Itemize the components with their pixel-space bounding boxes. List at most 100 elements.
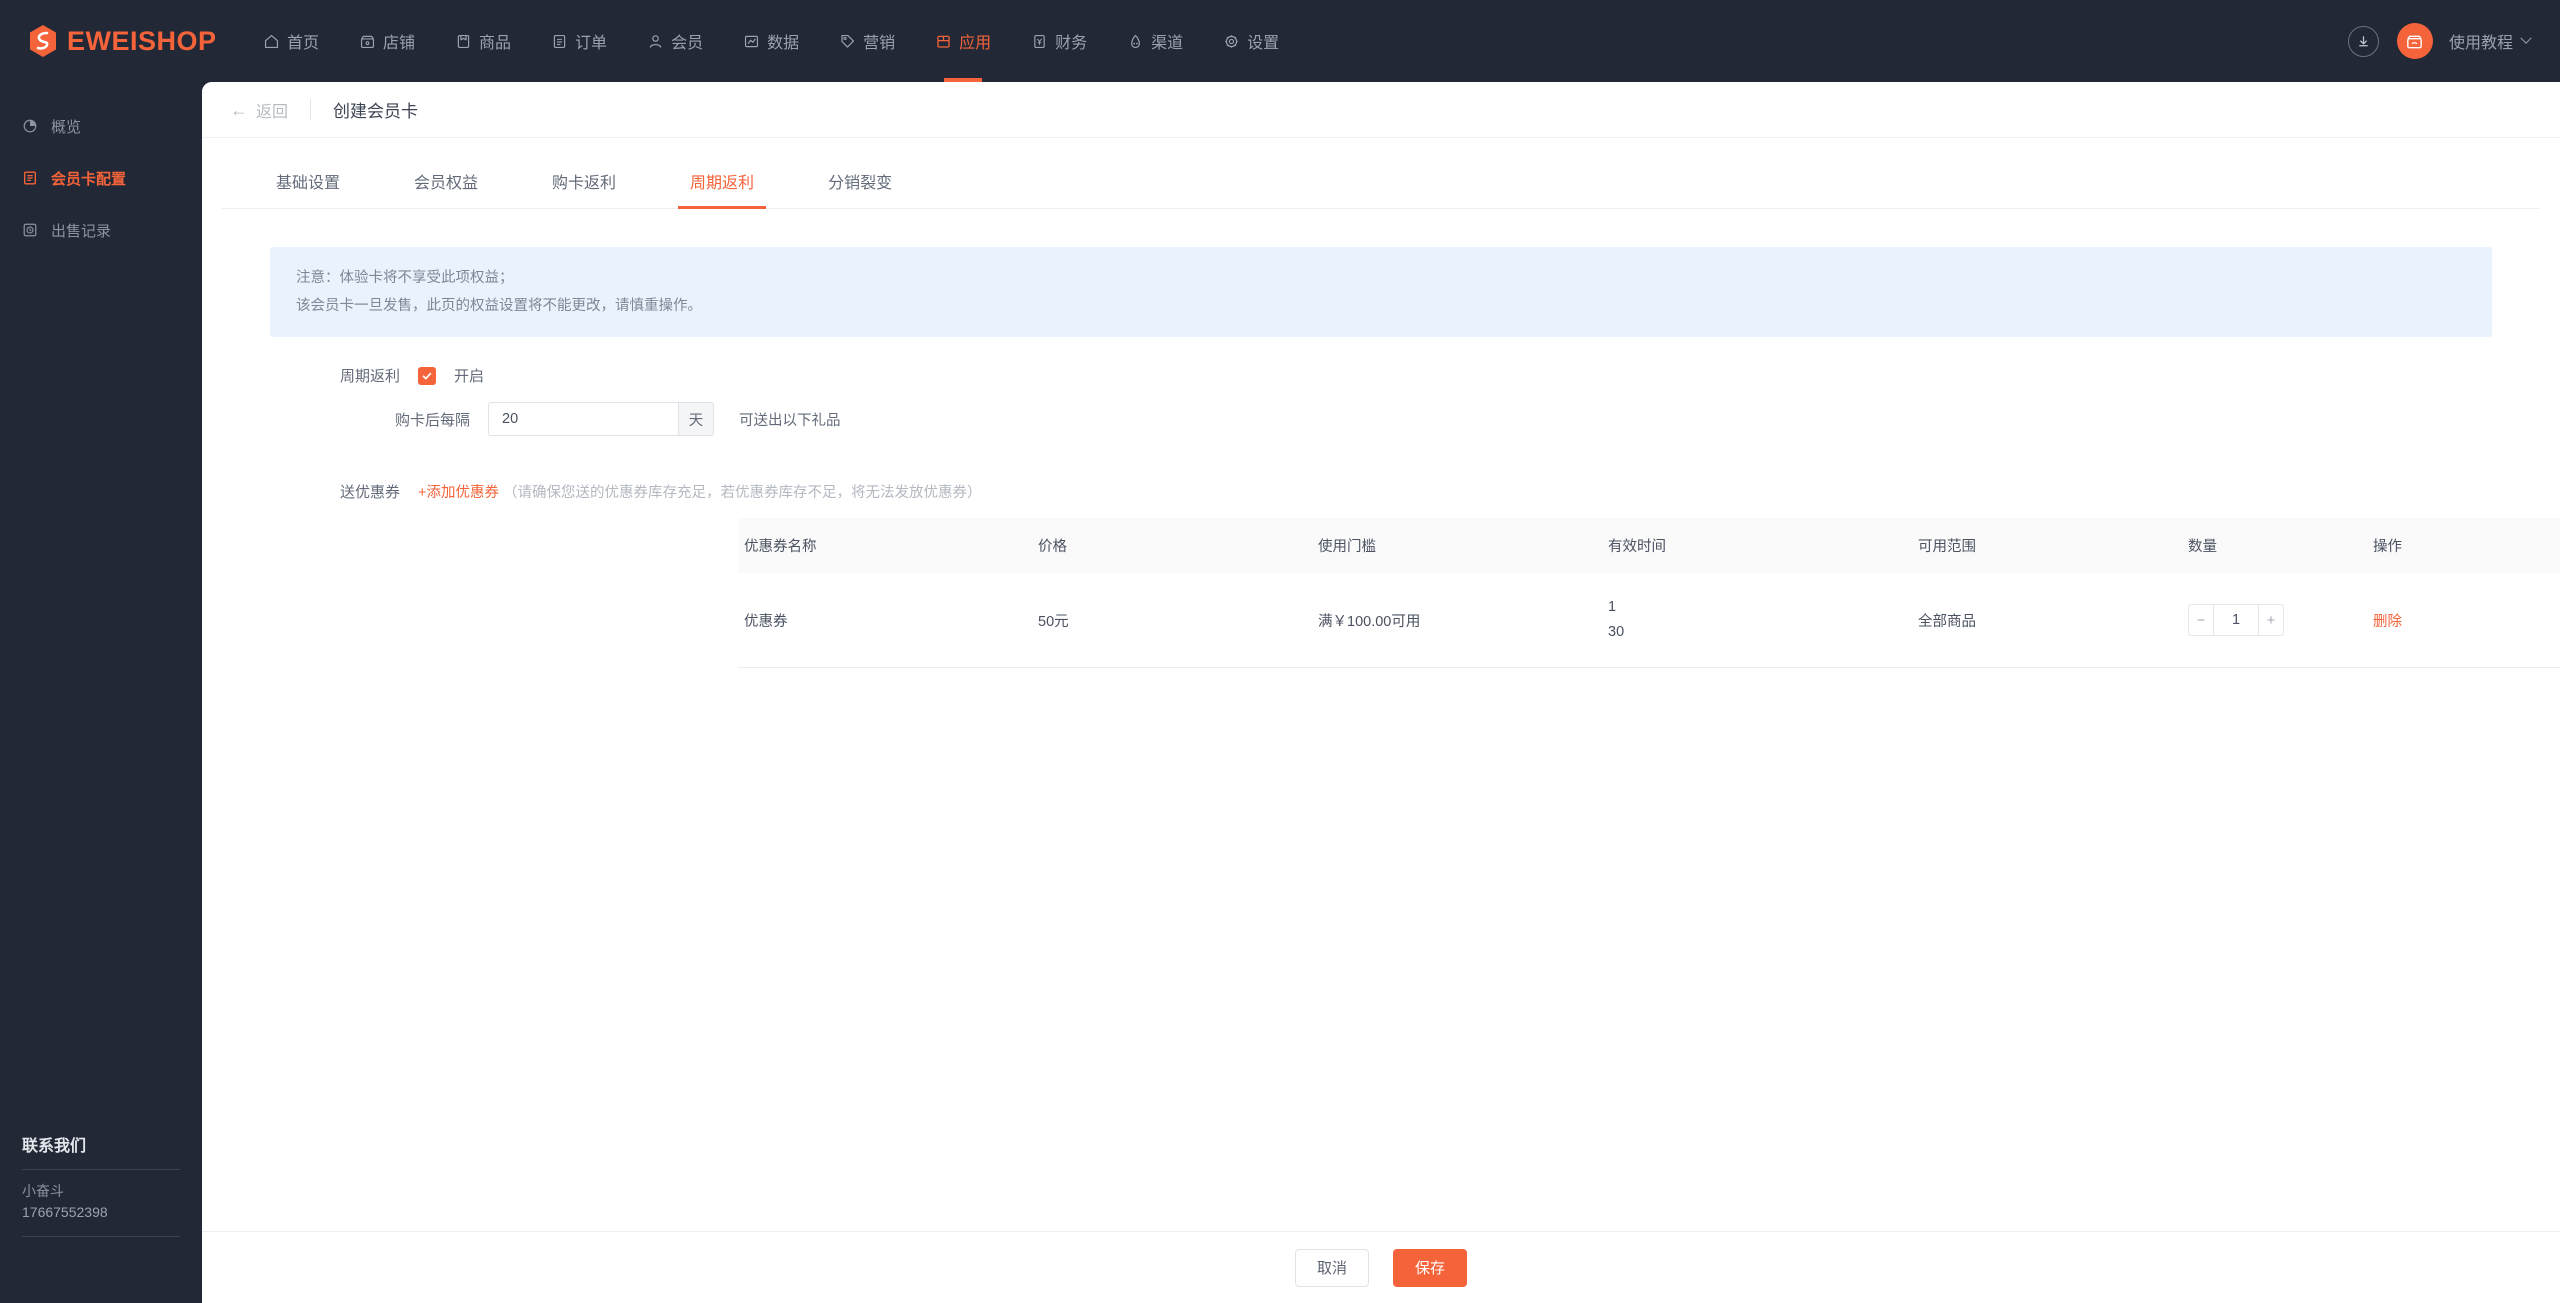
notice-banner: 注意：体验卡将不享受此项权益； 该会员卡一旦发售，此页的权益设置将不能更改，请慎…: [270, 247, 2492, 337]
column-header-price: 价格: [1038, 539, 1067, 555]
coupon-hint: （请确保您送的优惠券库存充足，若优惠券库存不足，将无法发放优惠券）: [502, 485, 982, 501]
arrow-left-icon: ←: [230, 99, 248, 120]
shop-avatar-icon: [2407, 35, 2423, 48]
notice-line-1: 注意：体验卡将不享受此项权益；: [296, 270, 514, 286]
download-icon[interactable]: [2347, 25, 2379, 57]
download-arrow-icon: [2359, 35, 2368, 46]
nav-item-marketing[interactable]: 营销: [819, 0, 915, 82]
nav-label-order: 订单: [575, 35, 608, 52]
tab-member-benefits[interactable]: 会员权益: [402, 169, 490, 208]
pie-chart-icon: [23, 119, 37, 133]
brand-logo[interactable]: EWEISHOP: [28, 24, 243, 58]
nav-item-apps[interactable]: 应用: [915, 0, 1011, 82]
interval-label: 购卡后每隔: [394, 411, 470, 429]
nav-label-data: 数据: [767, 35, 800, 52]
home-icon: [264, 34, 279, 48]
goods-icon: [457, 34, 470, 48]
interval-row: 购卡后每隔 天 可送出以下礼品: [270, 402, 2540, 436]
back-button[interactable]: ← 返回: [230, 98, 288, 122]
notice-line-2: 该会员卡一旦发售，此页的权益设置将不能更改，请慎重操作。: [296, 298, 702, 314]
avatar[interactable]: [2396, 23, 2433, 59]
check-icon: [422, 372, 432, 379]
page-title: 创建会员卡: [333, 102, 419, 121]
tab-purchase-rebate[interactable]: 购卡返利: [540, 169, 628, 208]
quantity-value[interactable]: 1: [2214, 604, 2258, 636]
nav-item-data[interactable]: 数据: [723, 0, 819, 82]
interval-input-group: 天: [488, 402, 714, 436]
finance-icon: [1034, 34, 1045, 48]
divider: [22, 1236, 180, 1237]
apps-icon: [937, 35, 950, 48]
cell-valid-time: 1 30: [1608, 573, 1918, 668]
tab-basic-settings[interactable]: 基础设置: [264, 169, 352, 208]
record-icon: [23, 223, 37, 237]
eweishop-logo-icon: [30, 25, 56, 57]
contact-us-title: 联系我们: [22, 1138, 87, 1155]
nav-label-goods: 商品: [479, 35, 512, 52]
quantity-decrease-button[interactable]: −: [2188, 604, 2214, 636]
top-nav-right-controls: 使用教程: [2347, 0, 2532, 82]
cell-coupon-name: 优惠券: [738, 573, 1038, 668]
chart-icon: [745, 35, 759, 47]
nav-item-settings[interactable]: 设置: [1203, 0, 1299, 82]
enable-label: 开启: [454, 368, 485, 385]
nav-label-member: 会员: [671, 35, 704, 52]
sidebar-item-overview[interactable]: 概览: [0, 104, 202, 148]
cell-scope: 全部商品: [1918, 573, 2188, 668]
tutorial-label: 使用教程: [2448, 35, 2513, 52]
coupon-table: 优惠券名称 价格 使用门槛 有效时间 可用范围 数量 操作 优惠券 50元 满￥…: [738, 518, 2560, 668]
coupon-row: 送优惠券 +添加优惠券 （请确保您送的优惠券库存充足，若优惠券库存不足，将无法发…: [270, 481, 2540, 502]
nav-label-apps: 应用: [959, 35, 992, 52]
sidebar-label-card-config: 会员卡配置: [51, 170, 127, 188]
tab-distribution[interactable]: 分销裂变: [816, 169, 904, 208]
top-nav-items: 首页 店铺 商品 订单 会员 数据 营销 应用 财务 渠道 设置: [243, 0, 1299, 82]
column-header-action: 操作: [2373, 539, 2402, 555]
quantity-increase-button[interactable]: +: [2258, 604, 2284, 636]
order-icon: [553, 34, 566, 48]
interval-hint: 可送出以下礼品: [739, 412, 841, 429]
nav-item-member[interactable]: 会员: [627, 0, 723, 82]
cycle-rebate-label: 周期返利: [339, 368, 400, 385]
tag-icon: [841, 34, 855, 48]
tab-cycle-rebate[interactable]: 周期返利: [678, 169, 767, 209]
interval-input[interactable]: [488, 402, 678, 436]
table-header: 优惠券名称 价格 使用门槛 有效时间 可用范围 数量 操作: [738, 518, 2560, 573]
table-row: 优惠券 50元 满￥100.00可用 1 30 全部商品 − 1 + 删除: [738, 573, 2560, 668]
cell-quantity: − 1 +: [2188, 573, 2373, 668]
nav-label-home: 首页: [287, 35, 320, 52]
coupon-table-wrapper: 优惠券名称 价格 使用门槛 有效时间 可用范围 数量 操作 优惠券 50元 满￥…: [738, 518, 2560, 668]
page-header: ← 返回 创建会员卡: [202, 82, 2560, 138]
column-header-threshold: 使用门槛: [1318, 539, 1376, 555]
column-header-coupon-name: 优惠券名称: [744, 539, 817, 555]
cancel-button[interactable]: 取消: [1294, 1248, 1369, 1287]
brand-name: EWEISHOP: [67, 25, 217, 56]
back-label: 返回: [256, 103, 289, 121]
nav-item-order[interactable]: 订单: [531, 0, 627, 82]
valid-time-line-2: 30: [1608, 624, 1625, 640]
cell-price: 50元: [1038, 573, 1318, 668]
nav-item-channel[interactable]: 渠道: [1107, 0, 1203, 82]
delete-button[interactable]: 删除: [2373, 614, 2402, 630]
tab-bar: 基础设置 会员权益 购卡返利 周期返利 分销裂变: [222, 156, 2540, 209]
nav-label-settings: 设置: [1247, 35, 1280, 52]
sidebar-item-card-config[interactable]: 会员卡配置: [0, 156, 202, 200]
nav-label-marketing: 营销: [863, 35, 896, 52]
enable-checkbox[interactable]: [418, 366, 436, 385]
tutorial-menu[interactable]: 使用教程: [2448, 29, 2532, 53]
sidebar-label-overview: 概览: [51, 118, 82, 136]
nav-item-shop[interactable]: 店铺: [339, 0, 435, 82]
contact-us-panel: 联系我们 小奋斗 17667552398: [0, 1132, 202, 1248]
nav-item-home[interactable]: 首页: [243, 0, 339, 82]
table-body: 优惠券 50元 满￥100.00可用 1 30 全部商品 − 1 + 删除: [738, 573, 2560, 668]
column-header-valid-time: 有效时间: [1608, 539, 1666, 555]
add-coupon-button[interactable]: +添加优惠券: [418, 481, 499, 502]
nav-item-finance[interactable]: 财务: [1011, 0, 1107, 82]
table-header-row: 优惠券名称 价格 使用门槛 有效时间 可用范围 数量 操作: [738, 518, 2560, 573]
sidebar-item-sales-record[interactable]: 出售记录: [0, 208, 202, 252]
sidebar-label-sales-record: 出售记录: [51, 222, 112, 240]
valid-time-line-1: 1: [1608, 599, 1617, 615]
save-button[interactable]: 保存: [1393, 1248, 1468, 1287]
nav-item-goods[interactable]: 商品: [435, 0, 531, 82]
column-header-scope: 可用范围: [1918, 539, 1976, 555]
main-content-card: ← 返回 创建会员卡 基础设置 会员权益 购卡返利 周期返利 分销裂变 注意：体…: [202, 82, 2560, 1303]
